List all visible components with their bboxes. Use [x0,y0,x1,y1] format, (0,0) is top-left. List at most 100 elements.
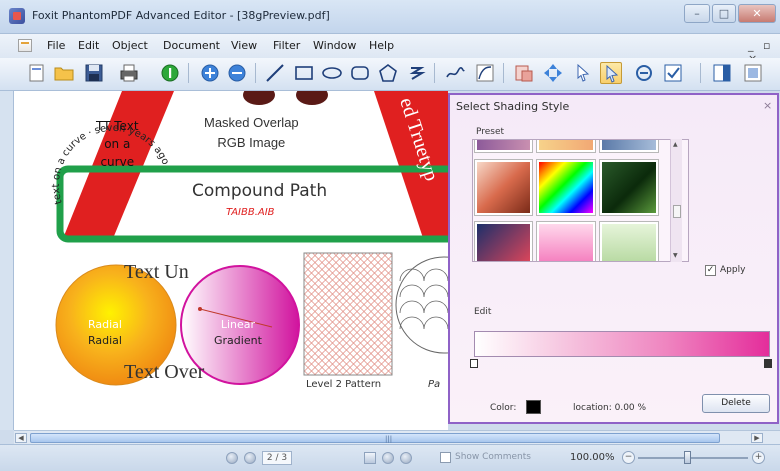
zoom-in-icon[interactable] [199,62,221,84]
scallop-pattern-circle [395,256,448,354]
radial-label-line: Radial [88,318,122,331]
preset-swatch[interactable] [537,160,595,215]
move-tool-icon[interactable] [542,62,564,84]
print-icon[interactable] [118,62,140,84]
zoom-slider[interactable] [638,457,748,459]
info-icon[interactable] [159,62,181,84]
dialog-title: Select Shading Style [456,100,570,113]
horizontal-scrollbar[interactable]: ◀ ||| ▶ [14,430,780,444]
rectangle-tool-icon[interactable] [293,62,315,84]
menu-object[interactable]: Object [112,39,148,52]
scroll-left-icon[interactable]: ◀ [15,433,27,443]
preview-icon[interactable] [742,62,764,84]
show-comments-checkbox[interactable] [440,452,451,463]
menu-view[interactable]: View [231,39,257,52]
menu-bar: File Edit Object Document View Filter Wi… [0,34,780,65]
menu-file[interactable]: File [47,39,65,52]
text-over-label: Text Over [124,361,205,383]
last-page-icon[interactable] [382,452,394,464]
preset-swatch[interactable] [600,140,658,152]
checkmark-icon[interactable] [662,62,684,84]
toolbar-separator [503,63,504,83]
preset-swatch[interactable] [600,222,658,261]
preset-swatch[interactable] [537,222,595,261]
text-under-label: Text Un [124,261,189,283]
menu-filter[interactable]: Filter [273,39,300,52]
menu-window[interactable]: Window [313,39,356,52]
preset-swatch[interactable] [475,160,532,215]
linear-label: Linear Gradient [214,317,262,349]
menu-help[interactable]: Help [369,39,394,52]
line-tool-icon[interactable] [264,62,286,84]
toolbar-separator [700,63,701,83]
pattern-label: Level 2 Pattern [306,379,382,390]
window-title: Foxit PhantomPDF Advanced Editor - [38gP… [32,9,330,22]
save-icon[interactable] [83,62,105,84]
preset-scrollbar[interactable]: ▲ ▼ [670,139,682,262]
masked-overlap-label: Masked Overlap RGB Image [204,113,299,153]
rounded-rectangle-tool-icon[interactable] [349,62,371,84]
status-bar: 2 / 3 Show Comments 100.00% − + [0,444,780,471]
scroll-grip-icon: ||| [385,435,393,443]
level2-pattern-rect [303,252,393,376]
toolbar-separator [255,63,256,83]
app-logo-icon [9,8,25,24]
compound-path-sublabel: TAIBB.AIB [226,207,275,218]
close-button[interactable]: ✕ [738,4,776,23]
scroll-up-icon[interactable]: ▲ [673,141,678,148]
minimize-button[interactable]: – [684,4,710,23]
zoom-level[interactable]: 100.00% [570,452,615,463]
apply-checkbox[interactable]: ✓ [705,265,716,276]
maximize-button[interactable]: □ [712,4,736,23]
preset-swatch[interactable] [475,140,532,152]
polygon-tool-icon[interactable] [377,62,399,84]
freehand-tool-icon[interactable] [444,62,466,84]
first-page-icon[interactable] [226,452,238,464]
zoom-out-small-icon[interactable]: − [622,451,635,464]
zoom-out-icon[interactable] [226,62,248,84]
apply-label: Apply [720,265,746,275]
gradient-stop-start[interactable] [470,359,478,368]
document-menu-icon[interactable] [18,39,32,52]
previous-page-icon[interactable] [244,452,256,464]
preset-swatch[interactable] [600,160,658,215]
panel-icon[interactable] [711,62,733,84]
page-indicator[interactable]: 2 / 3 [262,451,292,465]
color-swatch-button[interactable] [526,400,541,414]
linear-label-line: Linear [220,318,256,331]
new-document-icon[interactable] [26,62,48,84]
preset-swatch[interactable] [537,140,595,152]
toolbar-separator [188,63,189,83]
radial-label-line: Radial [88,334,122,347]
ellipse-tool-icon[interactable] [321,62,343,84]
document-canvas[interactable]: text on a curve · seven years ago TT Tex… [14,91,448,430]
toolbar [0,58,780,91]
scroll-right-icon[interactable]: ▶ [751,433,763,443]
tt-text-line: curve [100,155,135,169]
open-folder-icon[interactable] [53,62,75,84]
preset-scroll-thumb[interactable] [673,205,681,218]
zoom-slider-thumb[interactable] [684,451,691,464]
gradient-stop-end[interactable] [764,359,772,368]
menu-edit[interactable]: Edit [78,39,99,52]
next-page-icon[interactable] [364,452,376,464]
scroll-down-icon[interactable]: ▼ [673,252,678,259]
edit-label: Edit [474,307,492,317]
radial-label: Radial Radial [88,317,122,349]
partial-label: Pa [428,379,441,390]
no-entry-icon[interactable] [633,62,655,84]
zoom-in-small-icon[interactable]: + [752,451,765,464]
dialog-close-icon[interactable]: × [763,99,772,112]
horizontal-scroll-thumb[interactable]: ||| [30,433,720,443]
shading-tool-icon[interactable] [600,62,622,84]
delete-button[interactable]: Delete [702,394,770,413]
spiral-tool-icon[interactable] [405,62,427,84]
preset-swatch[interactable] [475,222,532,261]
curve-tool-icon[interactable] [474,62,496,84]
menu-document[interactable]: Document [163,39,220,52]
gradient-editor-bar[interactable] [474,331,770,357]
tt-text-line: on a [104,137,131,151]
image-tool-icon[interactable] [513,62,535,84]
page-nav-icon[interactable] [400,452,412,464]
select-tool-icon[interactable] [572,62,594,84]
